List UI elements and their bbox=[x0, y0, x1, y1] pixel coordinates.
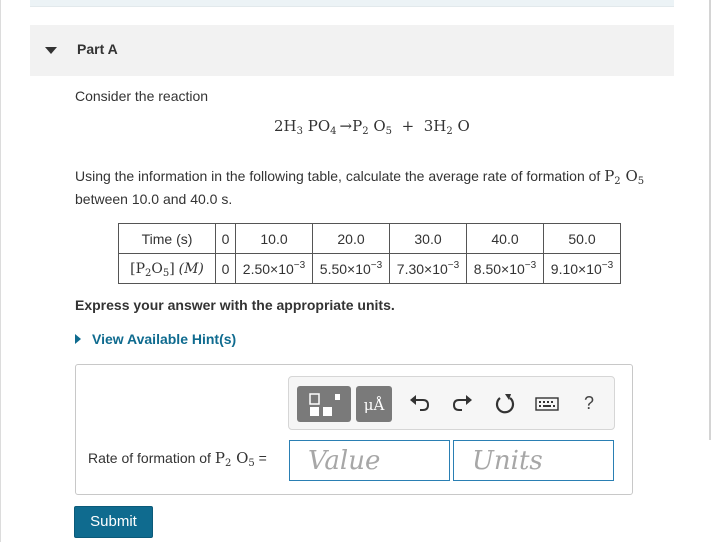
help-icon: ? bbox=[583, 393, 594, 413]
rate-label: Rate of formation of P2 O5 = bbox=[88, 449, 267, 469]
table-cell: 8.50×10−3 bbox=[466, 253, 544, 284]
concentration-formula: [P2O5] bbox=[130, 261, 175, 279]
rate-formula-p2o5: P2 O5 bbox=[214, 449, 255, 469]
answer-box: μÅ ? Rate of formation of P2 O5 = Value … bbox=[75, 364, 633, 495]
table-cell: 7.30×10−3 bbox=[389, 253, 467, 284]
part-title: Part A bbox=[77, 41, 118, 57]
table-header-cell: 20.0 bbox=[312, 223, 390, 254]
data-table: Time (s) 0 10.0 20.0 30.0 40.0 50.0 [P2O… bbox=[118, 223, 621, 284]
table-cell: 5.50×10−3 bbox=[312, 253, 390, 284]
table-header-cell: 40.0 bbox=[466, 223, 544, 254]
question-end: . bbox=[228, 191, 233, 207]
table-header-cell: 10.0 bbox=[235, 223, 313, 254]
answer-instructions: Express your answer with the appropriate… bbox=[75, 297, 395, 313]
previous-section-band bbox=[30, 0, 674, 7]
reset-button[interactable] bbox=[492, 391, 518, 417]
left-divider bbox=[0, 0, 1, 542]
table-row: [P2O5] (M) 0 2.50×10−3 5.50×10−3 7.30×10… bbox=[118, 253, 621, 284]
table-row-label: [P2O5] (M) bbox=[118, 253, 216, 284]
part-a-header[interactable]: Part A bbox=[30, 25, 674, 76]
math-toolbar: μÅ ? bbox=[288, 376, 615, 430]
rate-label-text: Rate of formation of bbox=[88, 450, 211, 466]
units-button[interactable]: μÅ bbox=[356, 386, 392, 422]
caret-right-icon bbox=[75, 334, 81, 344]
question-before: Using the information in the following t… bbox=[75, 168, 601, 184]
question-text: Using the information in the following t… bbox=[75, 165, 675, 211]
table-header-cell: 0 bbox=[215, 223, 236, 254]
redo-button[interactable] bbox=[449, 391, 475, 417]
question-after: between 10.0 and 40.0 bbox=[75, 191, 218, 207]
table-header-label: Time (s) bbox=[118, 223, 216, 254]
undo-icon bbox=[410, 395, 430, 411]
undo-button[interactable] bbox=[407, 391, 433, 417]
redo-icon bbox=[452, 395, 472, 411]
templates-button[interactable] bbox=[297, 386, 351, 422]
submit-button[interactable]: Submit bbox=[74, 506, 153, 538]
rate-equals: = bbox=[258, 450, 267, 466]
table-cell: 2.50×10−3 bbox=[235, 253, 313, 284]
reaction-equation: 2H3 PO4 →P2 O5 + 3H2 O bbox=[274, 117, 470, 137]
templates-icon bbox=[309, 393, 340, 416]
units-input[interactable] bbox=[453, 440, 614, 481]
caret-down-icon bbox=[45, 47, 57, 54]
keyboard-icon bbox=[535, 397, 559, 411]
keyboard-button[interactable] bbox=[534, 391, 560, 417]
value-input[interactable] bbox=[289, 440, 450, 481]
table-header-cell: 50.0 bbox=[543, 223, 621, 254]
table-cell: 9.10×10−3 bbox=[543, 253, 621, 284]
formula-p2o5: P2 O5 bbox=[604, 167, 645, 187]
table-cell: 0 bbox=[215, 253, 236, 284]
view-hints-label: View Available Hint(s) bbox=[92, 331, 237, 347]
reset-icon bbox=[495, 394, 515, 414]
problem-intro: Consider the reaction bbox=[75, 88, 209, 104]
table-header-cell: 30.0 bbox=[389, 223, 467, 254]
units-icon: μÅ bbox=[363, 396, 385, 414]
help-button[interactable]: ? bbox=[579, 389, 599, 417]
table-header-row: Time (s) 0 10.0 20.0 30.0 40.0 50.0 bbox=[118, 223, 621, 254]
view-hints-link[interactable]: View Available Hint(s) bbox=[75, 331, 236, 347]
molarity-unit: (M) bbox=[178, 261, 204, 277]
